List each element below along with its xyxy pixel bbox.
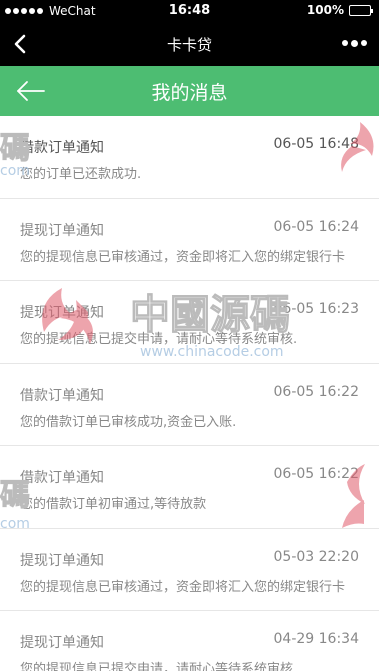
message-item[interactable]: 提现订单通知 05-03 22:20 您的提现信息已审核通过，资金即将汇入您的绑定银… <box>0 528 379 611</box>
message-content: 您的提现信息已审核通过，资金即将汇入您的绑定银行卡 <box>20 579 346 595</box>
status-bar: WeChat 16:48 100% <box>0 0 379 22</box>
message-time: 06-05 16:23 <box>273 301 359 317</box>
message-time: 06-05 16:22 <box>273 466 359 482</box>
message-content: 您的订单已还款成功. <box>20 167 142 182</box>
message-type: 提现订单通知 <box>20 305 104 321</box>
message-content: 您的提现信息已审核通过，资金即将汇入您的绑定银行卡 <box>20 249 346 265</box>
battery-percent: 100% <box>306 3 344 17</box>
message-type: 提现订单通知 <box>20 552 104 569</box>
message-type: 借款订单通知 <box>20 470 104 486</box>
page-header: 我的消息 <box>0 66 379 116</box>
message-list: 借款订单通知 06-05 16:48 您的订单已还款成功. 提现订单通知 06-05 1… <box>0 116 379 671</box>
message-time: 06-05 16:48 <box>273 136 359 152</box>
message-time: 04-29 16:34 <box>273 631 359 647</box>
message-content: 您的提现信息已提交申请，请耐心等待系统审核. <box>20 662 298 671</box>
battery-icon <box>349 4 373 16</box>
message-item[interactable]: 借款订单通知 06-05 16:22 您的借款订单初审通过,等待放款 <box>0 446 379 529</box>
message-time: 05-03 22:20 <box>273 548 359 565</box>
message-content: 您的提现信息已提交申请，请耐心等待系统审核. <box>20 332 298 347</box>
message-time: 06-05 16:24 <box>273 218 359 235</box>
message-item[interactable]: 提现订单通知 06-05 16:24 您的提现信息已审核通过，资金即将汇入您的绑定银… <box>0 198 379 281</box>
message-item[interactable]: 借款订单通知 06-05 16:48 您的订单已还款成功. <box>0 116 379 199</box>
message-item[interactable]: 提现订单通知 04-29 16:34 您的提现信息已提交申请，请耐心等待系统审核. <box>0 611 379 671</box>
miniapp-title: 卡卡贷 <box>166 36 212 54</box>
message-content: 您的借款订单已审核成功,资金已入账. <box>20 414 237 430</box>
message-time: 06-05 16:22 <box>273 383 359 400</box>
page-title: 我的消息 <box>151 82 228 104</box>
wechat-navbar: 卡卡贷 <box>0 22 379 66</box>
message-type: 借款订单通知 <box>20 140 104 156</box>
message-type: 提现订单通知 <box>20 635 104 651</box>
more-options-icon[interactable] <box>342 39 367 47</box>
battery-status: 100% <box>306 3 373 17</box>
message-type: 提现订单通知 <box>20 222 104 239</box>
message-type: 借款订单通知 <box>20 387 104 404</box>
message-item[interactable]: 借款订单通知 06-05 16:22 您的借款订单已审核成功,资金已入账. <box>0 363 379 446</box>
message-content: 您的借款订单初审通过,等待放款 <box>20 497 207 512</box>
message-item[interactable]: 提现订单通知 06-05 16:23 您的提现信息已提交申请，请耐心等待系统审核. <box>0 281 379 364</box>
